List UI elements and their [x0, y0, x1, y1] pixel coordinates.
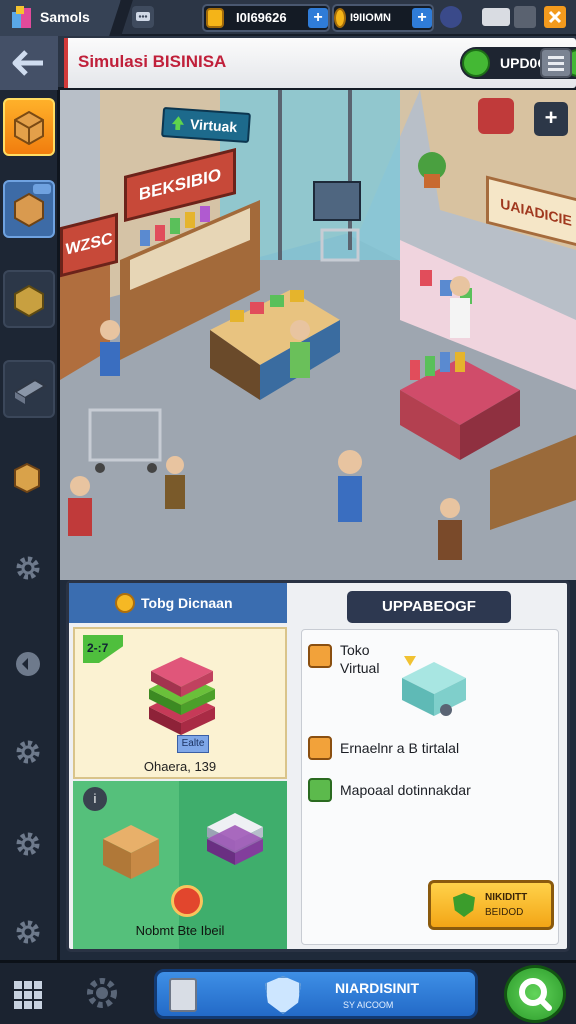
menu-button[interactable]: [540, 48, 572, 78]
search-icon: [519, 978, 552, 1011]
gem-icon: [334, 8, 346, 28]
sidebar-item-cash[interactable]: [3, 360, 55, 418]
close-icon[interactable]: [544, 6, 566, 28]
card-bottom-label: Nobmt Bte Ibeil: [135, 923, 225, 938]
box-icon: [14, 184, 51, 228]
card-price: Ohaera, 139: [143, 759, 217, 774]
add-currency-button[interactable]: +: [308, 8, 328, 28]
tab-store-catalog[interactable]: Tobg Dicnaan: [69, 583, 287, 623]
currency-counter: I0I69626 +: [202, 4, 330, 32]
upgrade-list: Toko Virtual Ernaelnr a B tirtalal Mapoa…: [301, 629, 559, 945]
coin-icon: [115, 593, 135, 613]
tab-label: Tobg Dicnaan: [141, 595, 233, 611]
upgrade-item-1-line2: Virtual: [340, 660, 380, 676]
grid-menu-button[interactable]: [8, 975, 48, 1015]
title-bar: Simulasi BISINISA UPD0O8: [0, 36, 576, 90]
primary-action-label: NIARDISINIT: [335, 980, 419, 996]
upgrade-title: UPPABEOGF: [347, 591, 511, 623]
warehouse-box-icon: [14, 462, 40, 494]
price-tag: Ealte: [177, 735, 209, 753]
add-gems-button[interactable]: +: [412, 8, 432, 28]
title-accent: [64, 38, 68, 88]
gems-counter: I9IIOMN +: [332, 4, 434, 32]
sidebar-item-shop[interactable]: [3, 98, 55, 156]
profile-icon[interactable]: [440, 6, 462, 28]
left-sidebar: [0, 90, 60, 960]
primary-action-sublabel: SY AICOOM: [343, 1000, 394, 1010]
shield-icon: [265, 976, 301, 1014]
top-bar: Samols I0I69626 + I9IIOMN +: [0, 0, 576, 36]
star-button[interactable]: [171, 885, 203, 917]
back-arrow-icon: [12, 50, 43, 76]
settings-icon[interactable]: [12, 736, 44, 768]
cooler-icon: [169, 978, 197, 1012]
gear-icon[interactable]: [12, 552, 44, 584]
virtual-sign-label: Virtuak: [189, 115, 238, 136]
upgrade-item-3: Mapoaal dotinnakdar: [340, 782, 471, 798]
store-icon: [308, 644, 332, 668]
upgrade-button-label: NIKIDITT: [485, 892, 528, 903]
gems-value: I9IIOMN: [350, 12, 391, 24]
upgrade-item-2: Ernaelnr a B tirtalal: [340, 740, 460, 756]
battery-icon: [482, 8, 510, 26]
page-title: Simulasi BISINISA: [78, 52, 227, 71]
crate-icon: [14, 284, 44, 318]
sidebar-item-inventory[interactable]: [3, 180, 55, 238]
product-card-secondary[interactable]: i Nobmt Bte Ibeil: [73, 781, 287, 949]
gear-icon[interactable]: [82, 973, 122, 1013]
sidebar-item-warehouse[interactable]: [3, 450, 55, 508]
store-scene[interactable]: Virtuak BEKSIBIO WZSC UAIADICIE +: [60, 90, 576, 580]
app-badge[interactable]: Samols: [0, 0, 120, 36]
camera-icon: [308, 736, 332, 760]
history-icon[interactable]: [12, 648, 44, 680]
options-icon[interactable]: [12, 828, 44, 860]
product-card[interactable]: 2-:7 Ealte Ohaera, 139: [73, 627, 287, 779]
virtual-sign: Virtuak: [161, 106, 251, 144]
sidebar-item-stock[interactable]: [3, 270, 55, 328]
cash-icon: [462, 49, 490, 77]
machine-icon: [402, 656, 466, 716]
app-logo-icon: [12, 6, 31, 28]
app-name: Samols: [40, 9, 90, 25]
upgrade-item-1-line1: Toko: [340, 642, 370, 658]
search-button[interactable]: [504, 965, 566, 1023]
add-item-button[interactable]: +: [534, 102, 568, 136]
store-illustration: [60, 90, 576, 580]
package-icon: [14, 110, 44, 146]
chat-icon: [136, 12, 150, 21]
currency-value: I0I69626: [236, 10, 287, 25]
store-panel: Tobg Dicnaan 2-:7 Ealte Ohaera, 139 i No…: [66, 580, 570, 952]
list-icon: [308, 778, 332, 802]
bottom-nav: NIARDISINIT SY AICOOM: [0, 960, 576, 1024]
back-button[interactable]: [0, 36, 58, 90]
arrow-up-icon: [172, 116, 185, 131]
config-icon[interactable]: [12, 916, 44, 948]
cash-register-icon: [13, 378, 47, 404]
window-icon[interactable]: [514, 6, 536, 28]
upgrade-button-sublabel: BEIDOD: [485, 907, 524, 918]
upgrade-button[interactable]: NIKIDITT BEIDOD: [428, 880, 554, 930]
delivery-boxes-icon: [103, 813, 263, 879]
chat-button[interactable]: [132, 6, 154, 28]
shield-icon: [453, 893, 475, 917]
title-panel: Simulasi BISINISA UPD0O8: [64, 38, 576, 88]
coin-icon: [206, 8, 224, 28]
primary-action-button[interactable]: NIARDISINIT SY AICOOM: [154, 969, 478, 1019]
